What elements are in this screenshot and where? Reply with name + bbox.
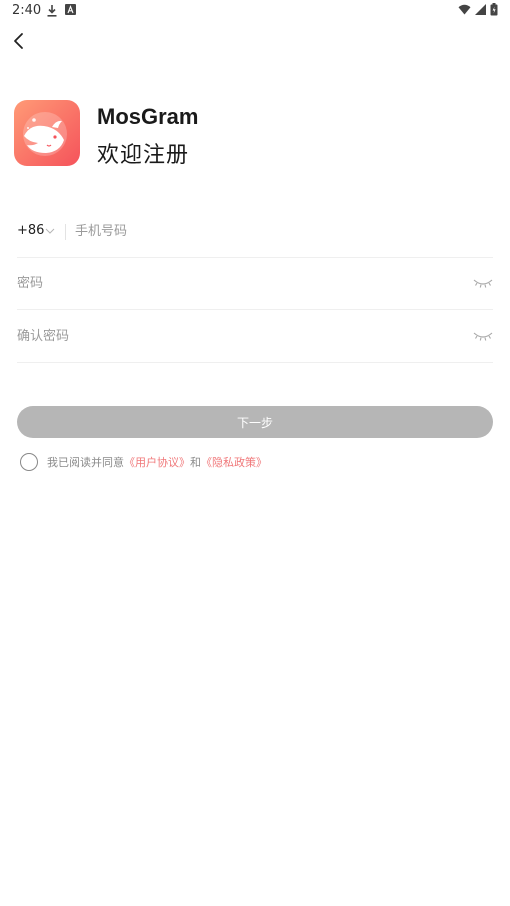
status-bar: 2:40 [0, 0, 510, 22]
chevron-down-icon[interactable] [45, 227, 55, 235]
agreement: 我已阅读并同意《用户协议》和《隐私政策》 [20, 452, 267, 472]
field-divider [65, 224, 66, 240]
confirm-password-input[interactable] [17, 325, 457, 347]
agree-checkbox[interactable] [20, 453, 38, 471]
agreement-text: 我已阅读并同意《用户协议》和《隐私政策》 [47, 454, 267, 470]
signal-icon [475, 4, 486, 15]
privacy-policy-link[interactable]: 《隐私政策》 [201, 456, 267, 469]
confirm-password-row [17, 311, 493, 363]
eye-closed-icon[interactable] [473, 276, 493, 290]
page-title: 欢迎注册 [97, 143, 190, 168]
wifi-icon [458, 4, 471, 15]
password-input[interactable] [17, 272, 457, 294]
download-icon [47, 5, 57, 17]
battery-icon [490, 3, 498, 16]
agreement-prefix: 我已阅读并同意 [47, 456, 124, 469]
status-time: 2:40 [12, 3, 42, 18]
notification-a-icon [65, 4, 76, 15]
app-logo [14, 100, 80, 166]
app-name: MosGram [97, 104, 199, 129]
user-agreement-link[interactable]: 《用户协议》 [124, 456, 190, 469]
phone-input[interactable] [75, 220, 455, 242]
next-button[interactable]: 下一步 [17, 406, 493, 438]
agreement-conjunction: 和 [190, 456, 201, 469]
eye-closed-icon[interactable] [473, 329, 493, 343]
password-row [17, 258, 493, 310]
status-icons [458, 3, 498, 16]
country-code-selector[interactable]: +86 [17, 223, 44, 238]
back-icon[interactable] [8, 30, 30, 52]
phone-row: +86 [17, 206, 493, 258]
